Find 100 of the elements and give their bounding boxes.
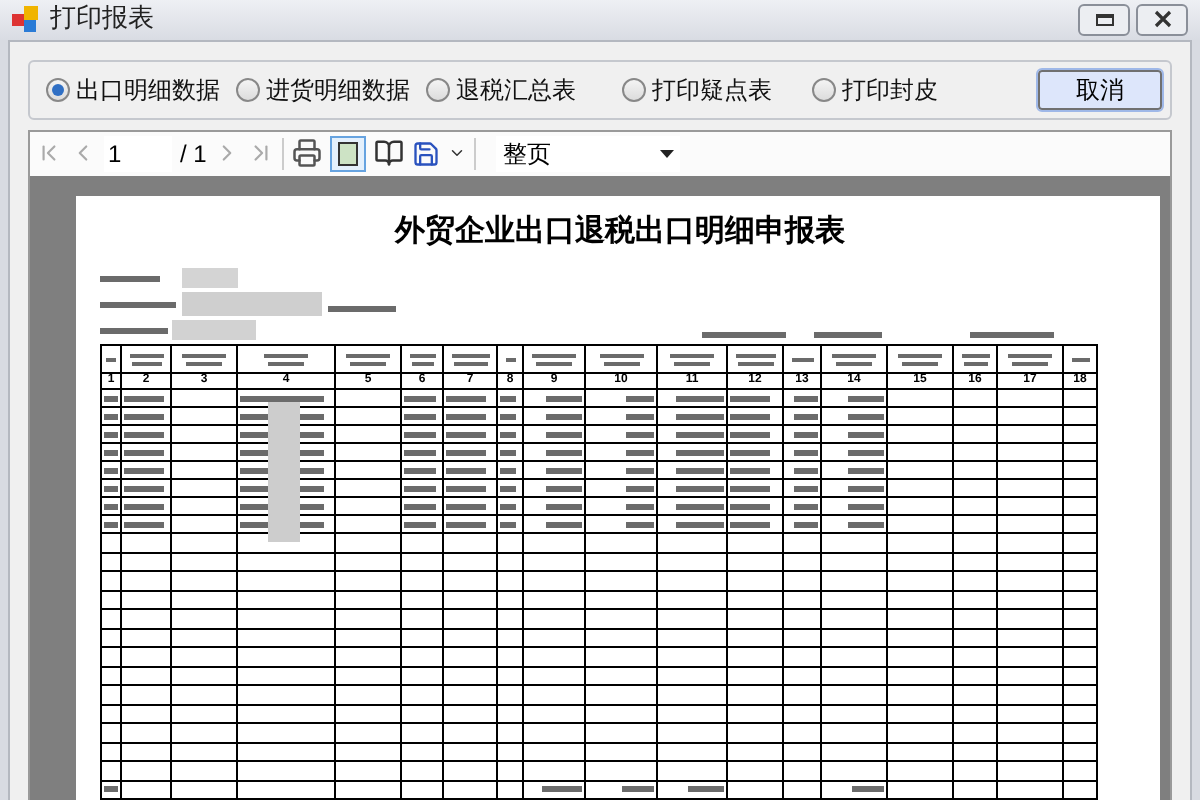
table-cell [402,648,444,667]
table-cell [658,667,728,686]
maximize-button[interactable] [1078,3,1130,36]
table-cell [524,610,586,629]
table-cell [728,629,784,648]
table-cell [1064,610,1098,629]
table-cell [784,629,822,648]
blurred-text-drawing [848,413,884,419]
table-cell [784,648,822,667]
table-cell [238,686,336,705]
blurred-text-drawing [794,395,818,401]
table-cell [498,686,524,705]
blurred-text-drawing [794,485,818,491]
blurred-text-drawing [626,431,654,437]
book-icon[interactable] [374,138,405,168]
table-cell [1064,553,1098,572]
table-cell [336,743,402,762]
table-cell [172,648,238,667]
blurred-text-drawing [730,467,770,473]
table-cell [1064,743,1098,762]
table-cell [954,534,998,553]
report-radio[interactable]: 打印封皮 [812,71,1002,107]
blurred-text-drawing [404,485,436,491]
zoom-dropdown[interactable]: 整页 [496,135,681,171]
blurred-text-drawing [446,503,486,509]
page-view-button[interactable] [330,135,367,171]
table-cell [1064,591,1098,610]
table-cell [402,705,444,724]
table-cell [998,516,1064,534]
table-cell [336,762,402,781]
table-cell [998,390,1064,408]
table-cell [524,686,586,705]
table-cell [586,743,658,762]
table-cell [402,610,444,629]
table-cell [784,705,822,724]
report-radio[interactable]: 退税汇总表 [426,71,622,107]
table-cell [954,572,998,591]
table-cell [954,516,998,534]
caret-icon[interactable] [448,144,467,162]
blurred-text-drawing [626,449,654,455]
table-cell [444,686,498,705]
cancel-button[interactable]: 取消 [1038,69,1162,109]
table-cell [888,629,954,648]
blurred-text-drawing [124,467,164,473]
table-cell [402,762,444,781]
report-radio[interactable]: 进货明细数据 [236,71,426,107]
table-cell [586,610,658,629]
table-cell [954,724,998,743]
table-cell [172,762,238,781]
table-cell [586,591,658,610]
table-cell [888,591,954,610]
table-cell [888,686,954,705]
blurred-text-drawing [794,467,818,473]
table-cell [1064,462,1098,480]
blurred-text-drawing [100,327,168,333]
table-cell [888,667,954,686]
table-cell [1064,724,1098,743]
save-icon[interactable] [412,139,441,167]
table-cell [238,667,336,686]
table-cell [658,572,728,591]
table-cell [888,648,954,667]
blurred-text-drawing [794,521,818,527]
table-cell [586,724,658,743]
table-cell [172,610,238,629]
table-cell [1064,390,1098,408]
blurred-text-drawing [124,449,164,455]
table-cell [998,462,1064,480]
table-cell [998,480,1064,498]
report-radio[interactable]: 打印疑点表 [622,71,812,107]
table-cell [954,686,998,705]
report-radio[interactable]: 出口明细数据 [46,71,236,107]
blurred-text-drawing [730,485,770,491]
blurred-text-drawing [404,413,436,419]
blurred-text-drawing [848,503,884,509]
close-button[interactable] [1136,3,1188,36]
table-cell [498,629,524,648]
dropdown-caret-icon [660,149,675,157]
table-cell [998,743,1064,762]
table-cell [586,572,658,591]
table-cell [728,686,784,705]
table-cell [728,762,784,781]
blurred-text-drawing [124,431,164,437]
table-cell [998,408,1064,426]
table-cell [998,553,1064,572]
blurred-text-drawing [546,503,582,509]
table-cell [1064,629,1098,648]
table-cell [444,572,498,591]
table-cell [172,705,238,724]
table-cell [402,572,444,591]
blurred-text-drawing [794,431,818,437]
table-cell [238,591,336,610]
table-cell [586,667,658,686]
table-cell [122,591,172,610]
print-icon[interactable] [292,138,323,168]
table-cell [728,591,784,610]
page-field[interactable]: 1 [104,135,172,171]
table-cell [498,591,524,610]
table-cell [888,705,954,724]
table-cell [658,686,728,705]
table-cell [524,629,586,648]
